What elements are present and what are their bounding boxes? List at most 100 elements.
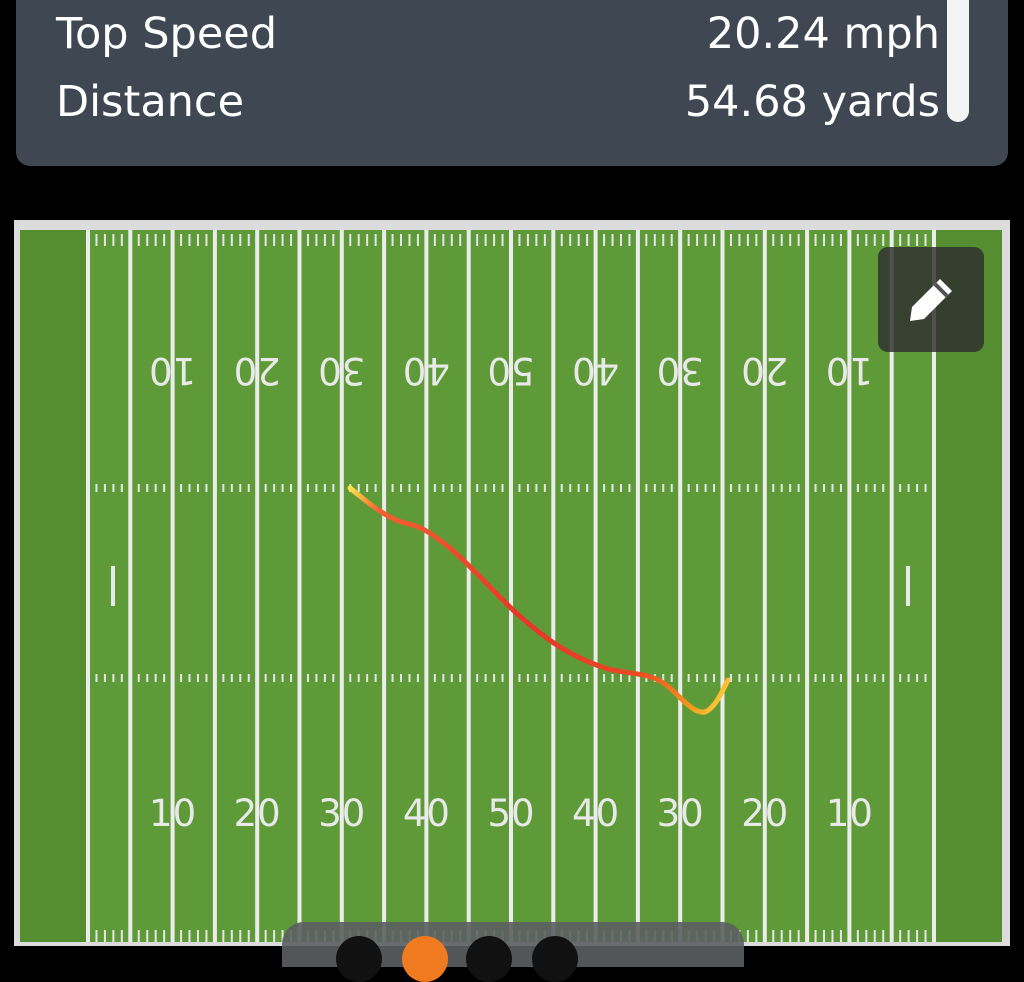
yard-number-top: 50 bbox=[487, 349, 534, 392]
hash-mark bbox=[645, 234, 648, 246]
hash-mark bbox=[924, 930, 927, 942]
hash-mark bbox=[603, 234, 606, 246]
hash-mark bbox=[780, 484, 783, 492]
hash-mark bbox=[814, 930, 817, 942]
hash-mark bbox=[366, 484, 369, 492]
hash-mark bbox=[332, 234, 335, 246]
hash-mark bbox=[416, 234, 419, 246]
hash-mark bbox=[188, 484, 191, 492]
yard-line bbox=[551, 230, 556, 942]
hash-mark bbox=[180, 674, 183, 682]
hash-mark bbox=[586, 674, 589, 682]
hash-mark bbox=[154, 930, 157, 942]
hash-mark bbox=[163, 234, 166, 246]
yard-lines bbox=[86, 230, 936, 942]
hash-mark bbox=[856, 674, 859, 682]
hash-mark bbox=[95, 234, 98, 246]
hash-mark bbox=[577, 674, 580, 682]
hash-mark bbox=[713, 674, 716, 682]
hash-mark bbox=[315, 484, 318, 492]
yard-line bbox=[128, 230, 133, 942]
hash-mark bbox=[391, 484, 394, 492]
hash-mark bbox=[196, 484, 199, 492]
hash-mark bbox=[772, 484, 775, 492]
yard-line bbox=[86, 230, 90, 942]
top-speed-row: Top Speed 20.24 mph bbox=[56, 8, 940, 60]
yard-number-top: 10 bbox=[149, 349, 196, 392]
hash-mark bbox=[687, 234, 690, 246]
hash-mark bbox=[797, 930, 800, 942]
hash-mark bbox=[839, 484, 842, 492]
stats-card: Top Speed 20.24 mph Distance 54.68 yards bbox=[16, 0, 1008, 166]
hash-mark bbox=[323, 484, 326, 492]
hash-mark bbox=[400, 234, 403, 246]
hash-mark bbox=[332, 674, 335, 682]
scrollbar-thumb[interactable] bbox=[947, 0, 969, 122]
hash-mark bbox=[459, 234, 462, 246]
hash-mark bbox=[442, 674, 445, 682]
hash-mark bbox=[772, 674, 775, 682]
hash-mark bbox=[789, 484, 792, 492]
hash-mark bbox=[247, 484, 250, 492]
yard-number-bottom: 10 bbox=[826, 792, 873, 835]
yard-line bbox=[847, 230, 852, 942]
hash-mark bbox=[95, 674, 98, 682]
hash-mark bbox=[543, 234, 546, 246]
hash-mark bbox=[154, 674, 157, 682]
hash-mark bbox=[264, 930, 267, 942]
hash-mark bbox=[281, 234, 284, 246]
hash-mark bbox=[662, 234, 665, 246]
hash-mark bbox=[645, 484, 648, 492]
hash-mark bbox=[797, 234, 800, 246]
hash-mark bbox=[230, 930, 233, 942]
hash-mark bbox=[239, 930, 242, 942]
hash-mark bbox=[856, 484, 859, 492]
hash-mark bbox=[729, 234, 732, 246]
hash-mark bbox=[323, 234, 326, 246]
hash-mark bbox=[196, 674, 199, 682]
hash-mark bbox=[273, 484, 276, 492]
hash-mark bbox=[112, 234, 115, 246]
hash-mark bbox=[374, 234, 377, 246]
hash-mark bbox=[188, 674, 191, 682]
hash-mark bbox=[290, 674, 293, 682]
hash-mark bbox=[222, 484, 225, 492]
hash-mark bbox=[839, 234, 842, 246]
hash-mark bbox=[738, 234, 741, 246]
hash-mark bbox=[738, 674, 741, 682]
yard-line bbox=[805, 230, 810, 942]
hash-mark bbox=[814, 234, 817, 246]
hash-mark bbox=[518, 674, 521, 682]
hash-mark bbox=[247, 674, 250, 682]
hash-mark bbox=[746, 930, 749, 942]
hash-mark bbox=[916, 234, 919, 246]
control-dot-active[interactable] bbox=[402, 936, 448, 982]
hash-mark bbox=[560, 234, 563, 246]
hash-mark bbox=[408, 674, 411, 682]
hash-mark bbox=[831, 234, 834, 246]
hash-mark bbox=[560, 674, 563, 682]
hash-mark bbox=[755, 930, 758, 942]
hash-mark bbox=[273, 930, 276, 942]
hash-mark bbox=[323, 674, 326, 682]
hash-mark bbox=[230, 484, 233, 492]
hash-mark bbox=[400, 674, 403, 682]
control-dot-4[interactable] bbox=[532, 936, 578, 982]
hash-mark bbox=[476, 234, 479, 246]
hash-mark bbox=[713, 234, 716, 246]
hash-mark bbox=[924, 234, 927, 246]
hash-mark bbox=[823, 234, 826, 246]
hash-mark bbox=[526, 234, 529, 246]
control-dot-3[interactable] bbox=[466, 936, 512, 982]
hash-mark bbox=[205, 674, 208, 682]
hash-mark bbox=[839, 930, 842, 942]
hash-mark bbox=[264, 484, 267, 492]
hash-mark bbox=[696, 234, 699, 246]
hash-mark bbox=[899, 930, 902, 942]
hash-mark bbox=[907, 674, 910, 682]
edit-button[interactable] bbox=[878, 247, 984, 352]
distance-value: 54.68 yards bbox=[684, 77, 940, 127]
control-dot-1[interactable] bbox=[336, 936, 382, 982]
hash-mark bbox=[865, 674, 868, 682]
hash-mark bbox=[907, 234, 910, 246]
